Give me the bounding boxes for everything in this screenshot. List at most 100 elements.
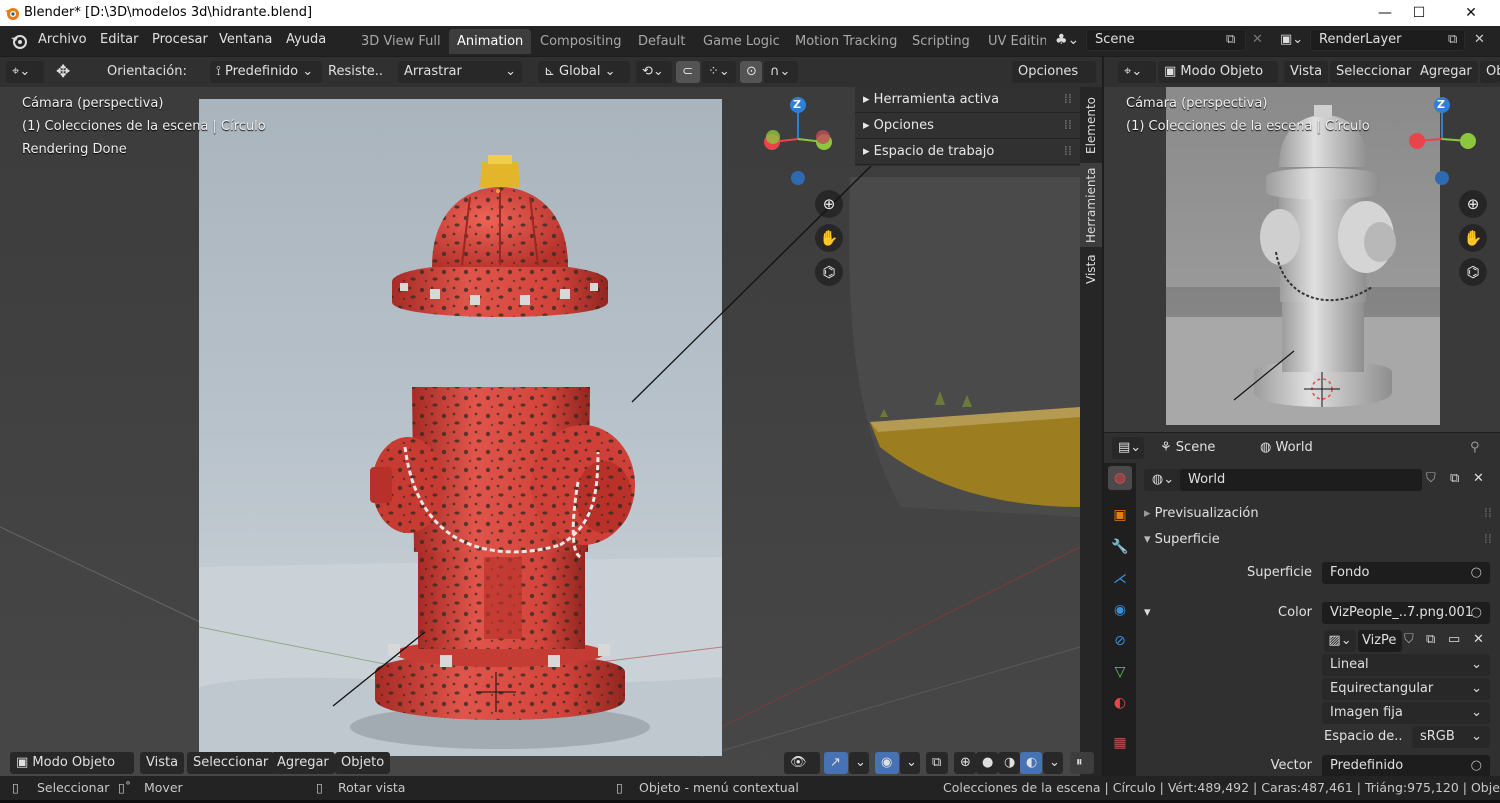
zoom-icon[interactable]: ⊕ — [1459, 190, 1487, 218]
drag-handle-icon[interactable]: ⁞⁞ — [1064, 87, 1072, 113]
pan-hand-icon[interactable]: ✋ — [1459, 224, 1487, 252]
wireframe-shading-icon[interactable]: ⊕ — [954, 752, 976, 774]
editor-type-button[interactable]: ⌖⌄ — [6, 61, 44, 83]
gizmo-z-label[interactable]: Z — [1437, 98, 1445, 111]
tab-uv-editing[interactable]: UV Editin — [980, 29, 1046, 54]
chevron-down-icon[interactable]: ⌄ — [849, 752, 869, 774]
color-texture-field[interactable]: VizPeople_..7.png.001 ○ — [1322, 602, 1490, 624]
solid-shading-icon[interactable]: ● — [976, 752, 998, 774]
menu-seleccionar[interactable]: Seleccionar — [1330, 61, 1418, 83]
transform-pivot-icon[interactable]: ✥ — [56, 61, 70, 83]
fake-user-shield-icon[interactable]: ⛉ — [1426, 471, 1436, 486]
zoom-icon[interactable]: ⊕ — [815, 190, 843, 218]
projection-dropdown[interactable]: Equirectangular ⌄ — [1322, 678, 1490, 700]
pan-hand-icon[interactable]: ✋ — [815, 224, 843, 252]
color-expand-icon[interactable]: ▾ — [1144, 605, 1151, 620]
menu-ayuda[interactable]: Ayuda — [286, 32, 326, 47]
drag-handle-icon[interactable]: ⁞⁞ — [1484, 501, 1492, 527]
open-image-folder-icon[interactable]: ▭ — [1448, 632, 1460, 647]
chevron-down-icon[interactable]: ⌄ — [1043, 752, 1063, 774]
tab-3d-view-full[interactable]: 3D View Full — [353, 29, 449, 54]
tab-herramienta[interactable]: Herramienta — [1080, 163, 1102, 247]
color-space-dropdown[interactable]: sRGB ⌄ — [1412, 726, 1490, 748]
transform-orientation-dropdown[interactable]: ⊾ Global ⌄ — [538, 61, 630, 83]
menu-agregar[interactable]: Agregar — [1414, 61, 1478, 83]
panel-superficie[interactable]: ▾ Superficie ⁞⁞ — [1136, 527, 1500, 553]
object-tab-icon[interactable]: ▣ — [1108, 503, 1132, 527]
surface-field[interactable]: Fondo ○ — [1322, 562, 1490, 584]
modifier-tab-icon[interactable]: 🔧 — [1108, 535, 1132, 559]
snap-grid-button[interactable]: ⁘⌄ — [702, 61, 736, 83]
menu-agregar[interactable]: Agregar — [271, 752, 335, 774]
panel-previsualizacion[interactable]: ▸ Previsualización ⁞⁞ — [1136, 501, 1500, 527]
delete-scene-icon[interactable]: ✕ — [1252, 32, 1263, 47]
menu-ventana[interactable]: Ventana — [219, 32, 272, 47]
editor-type-button[interactable]: ⌖⌄ — [1118, 61, 1156, 83]
unlink-world-icon[interactable]: ✕ — [1473, 471, 1484, 486]
drag-dropdown[interactable]: Arrastrar ⌄ — [398, 61, 522, 83]
options-dropdown[interactable]: Opciones ⌄ — [1012, 61, 1096, 101]
camera-viewport[interactable]: Z Cámara (perspectiva) (1) Colecciones d… — [1104, 87, 1500, 432]
duplicate-scene-icon[interactable]: ⧉ — [1226, 32, 1235, 47]
scene-breadcrumb[interactable]: ⚘ Scene — [1160, 437, 1215, 459]
gizmo-z-label[interactable]: Z — [793, 98, 801, 111]
tab-animation[interactable]: Animation — [449, 29, 532, 54]
render-layer-icon[interactable]: ▣⌄ — [1280, 32, 1303, 47]
data-tab-icon[interactable]: ▽ — [1108, 660, 1132, 684]
xray-icon[interactable]: ⧉ — [926, 752, 948, 774]
image-name-field[interactable]: VizPe — [1358, 630, 1402, 652]
image-browse-icon[interactable]: ▨⌄ — [1324, 630, 1356, 652]
world-breadcrumb[interactable]: ◍ World — [1260, 437, 1313, 459]
menu-objeto[interactable]: Objeto — [335, 752, 391, 774]
world-name-field[interactable]: World — [1180, 469, 1422, 491]
menu-objeto[interactable]: Ob — [1480, 61, 1500, 83]
main-3d-viewport[interactable]: Z Cámara (perspectiva) (1) Colecciones d… — [0, 87, 1102, 776]
menu-procesar[interactable]: Procesar — [152, 32, 208, 47]
maximize-button[interactable]: ☐ — [1396, 0, 1442, 26]
tab-vista[interactable]: Vista — [1080, 249, 1102, 289]
editor-type-button[interactable]: ▤⌄ — [1112, 437, 1144, 459]
camera-view-icon[interactable]: ⌬ — [815, 258, 843, 286]
overlay-toggle-icon[interactable]: ◉ — [875, 752, 899, 774]
blender-menu-icon[interactable] — [10, 33, 28, 49]
vector-field[interactable]: Predefinido ○ — [1322, 755, 1490, 777]
duplicate-world-icon[interactable]: ⧉ — [1450, 471, 1459, 486]
delete-layer-icon[interactable]: ✕ — [1474, 32, 1485, 47]
panel-active-tool[interactable]: ▸ Herramienta activa ⁞⁞ — [855, 87, 1080, 113]
constraints-tab-icon[interactable]: ⊘ — [1108, 629, 1132, 653]
particles-tab-icon[interactable]: ⋌ — [1108, 567, 1132, 591]
drag-handle-icon[interactable]: ⁞⁞ — [1064, 139, 1072, 165]
menu-editar[interactable]: Editar — [100, 32, 139, 47]
rendered-shading-icon[interactable]: ◐ — [1020, 752, 1042, 774]
snap-toggle-icon[interactable]: ⊂ — [676, 61, 700, 83]
pin-icon[interactable]: ⚲ — [1470, 437, 1480, 459]
source-dropdown[interactable]: Imagen fija ⌄ — [1322, 702, 1490, 724]
snap-pivot-button[interactable]: ⟲⌄ — [636, 61, 672, 83]
unlink-image-icon[interactable]: ✕ — [1473, 632, 1484, 647]
gizmo-toggle-icon[interactable]: ↗ — [824, 752, 848, 774]
texture-tab-icon[interactable]: ▦ — [1108, 731, 1132, 755]
tab-scripting[interactable]: Scripting — [904, 29, 978, 54]
camera-view-icon[interactable]: ⌬ — [1459, 258, 1487, 286]
resist-label[interactable]: Resiste.. — [328, 61, 383, 83]
render-layer-field[interactable]: RenderLayer — [1310, 29, 1465, 51]
duplicate-layer-icon[interactable]: ⧉ — [1448, 32, 1457, 47]
mode-dropdown[interactable]: ▣ Modo Objeto ⌄ — [10, 752, 134, 792]
menu-archivo[interactable]: Archivo — [38, 32, 87, 47]
drag-handle-icon[interactable]: ⁞⁞ — [1064, 113, 1072, 139]
world-tab-icon[interactable]: ◍ — [1108, 466, 1132, 490]
scene-field[interactable]: Scene — [1086, 29, 1246, 51]
visibility-icon[interactable]: 👁⌄ — [784, 752, 820, 792]
close-window-button[interactable]: ✕ — [1448, 0, 1494, 26]
tab-elemento[interactable]: Elemento — [1080, 89, 1102, 161]
falloff-curve-button[interactable]: ∩⌄ — [764, 61, 798, 83]
tab-motion-tracking[interactable]: Motion Tracking — [787, 29, 905, 54]
orientation-dropdown[interactable]: ⟟ Predefinido ⌄ — [210, 61, 322, 83]
chevron-down-icon[interactable]: ⌄ — [900, 752, 920, 774]
material-tab-icon[interactable]: ◐ — [1108, 691, 1132, 715]
material-shading-icon[interactable]: ◑ — [998, 752, 1020, 774]
menu-seleccionar[interactable]: Seleccionar — [187, 752, 275, 774]
drag-handle-icon[interactable]: ⁞⁞ — [1484, 527, 1492, 553]
tab-game-logic[interactable]: Game Logic — [695, 29, 788, 54]
duplicate-image-icon[interactable]: ⧉ — [1426, 632, 1435, 647]
